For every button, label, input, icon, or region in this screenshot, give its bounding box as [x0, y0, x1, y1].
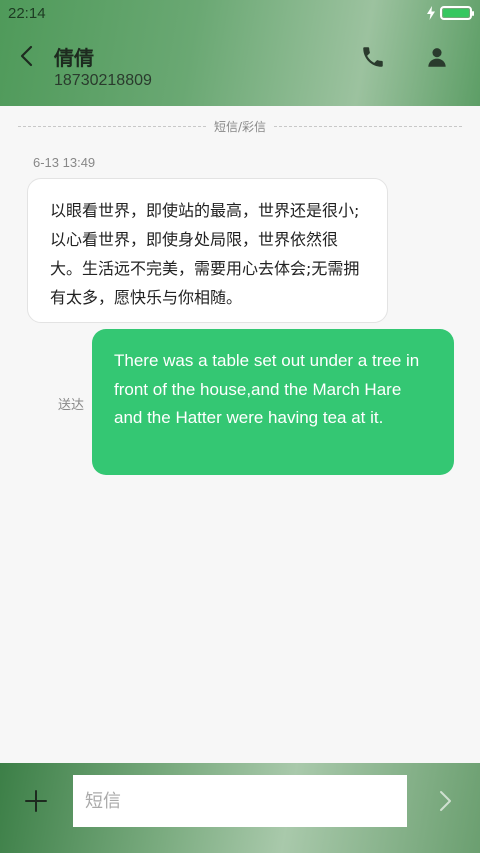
battery-icon — [440, 6, 474, 20]
status-bar: 22:14 — [0, 0, 480, 26]
divider-line-left — [18, 125, 206, 127]
message-type-divider: 短信/彩信 — [18, 116, 463, 136]
outgoing-message-bubble[interactable]: There was a table set out under a tree i… — [92, 329, 454, 475]
incoming-message-bubble[interactable]: 以眼看世界，即使站的最高，世界还是很小;以心看世界，即使身处局限，世界依然很大。… — [27, 178, 388, 323]
message-type-label: 短信/彩信 — [213, 119, 267, 134]
status-icons — [426, 6, 474, 20]
phone-icon[interactable] — [360, 44, 386, 70]
top-bar: 22:14 倩倩 18730218809 — [0, 0, 480, 106]
composer-bar — [0, 763, 480, 853]
contact-name: 倩倩 — [54, 46, 94, 70]
delivery-status: 送达 — [58, 398, 85, 413]
send-button[interactable] — [432, 787, 458, 815]
status-time: 22:14 — [8, 4, 46, 22]
person-icon[interactable] — [424, 44, 450, 70]
contact-number: 18730218809 — [54, 72, 152, 89]
back-button[interactable] — [14, 42, 42, 70]
message-timestamp: 6-13 13:49 — [33, 155, 96, 170]
divider-line-right — [274, 125, 463, 127]
message-input[interactable] — [73, 775, 407, 827]
battery-level — [443, 9, 469, 17]
bolt-icon — [427, 6, 435, 20]
plus-icon[interactable] — [22, 787, 50, 815]
